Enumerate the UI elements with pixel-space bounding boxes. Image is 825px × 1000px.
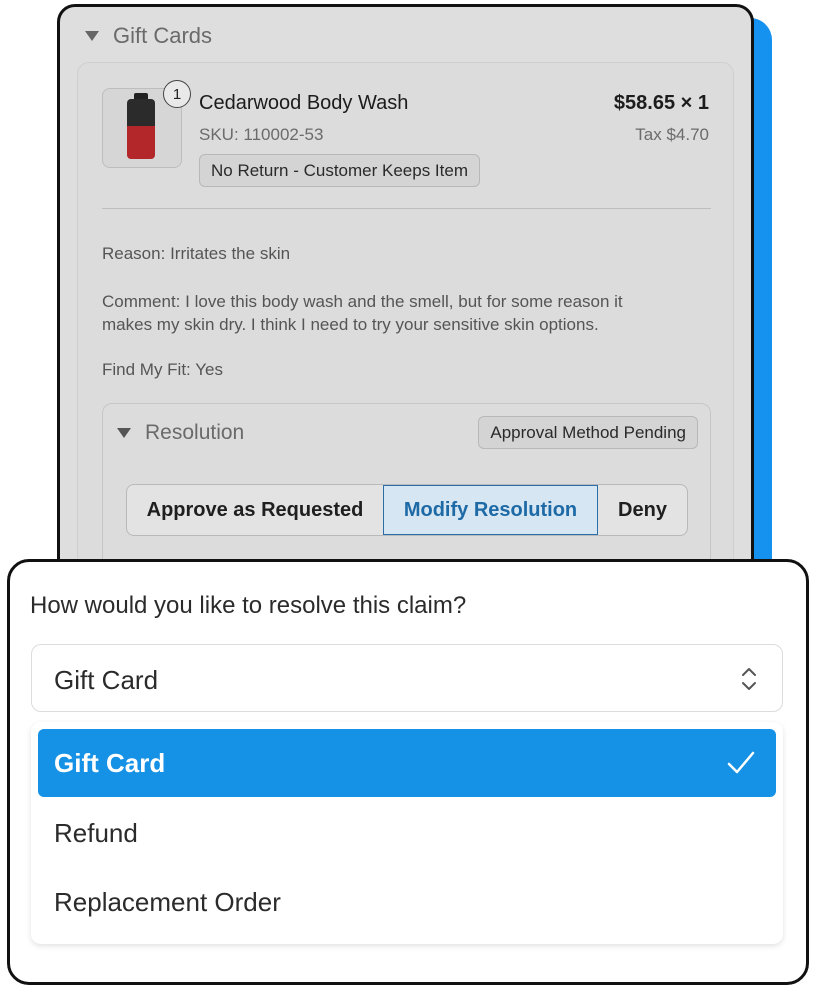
option-label: Gift Card [54,747,166,778]
comment-line-2: makes my skin dry. I think I need to try… [102,315,599,334]
quantity-badge: 1 [163,80,191,108]
fit-value: Yes [195,360,223,379]
option-gift-card[interactable]: Gift Card [38,729,776,797]
resolve-claim-card: How would you like to resolve this claim… [7,559,809,985]
product-tax: Tax $4.70 [635,125,709,144]
product-name: Cedarwood Body Wash [199,92,409,114]
approve-as-requested-button[interactable]: Approve as Requested [127,485,383,535]
comment-block: Comment: I love this body wash and the s… [102,290,623,336]
resolution-type-select[interactable]: Gift Card [31,644,783,712]
product-sku: SKU: 110002-53 [199,125,324,144]
product-price: $58.65 × 1 [613,92,709,114]
option-label: Replacement Order [54,886,281,917]
resolution-toggle[interactable]: Resolution [117,421,244,445]
select-current-value: Gift Card [54,665,159,695]
resolution-action-group: Approve as Requested Modify Resolution D… [126,484,688,536]
body-wash-bottle-image [127,99,155,159]
fit-line: Find My Fit: Yes [102,358,223,381]
checkmark-icon [727,751,755,774]
section-title: Gift Cards [113,23,213,48]
option-replacement-order[interactable]: Replacement Order [38,868,776,936]
triangle-down-icon [85,31,99,41]
line-item-panel: 1 Cedarwood Body Wash SKU: 110002-53 No … [77,62,734,601]
resolution-options-menu: Gift Card Refund Replacement Order [31,722,783,944]
comment-label: Comment: [102,292,181,311]
section-header-gift-cards[interactable]: Gift Cards [85,23,212,49]
option-refund[interactable]: Refund [38,799,776,867]
option-label: Refund [54,817,138,848]
approval-status-badge: Approval Method Pending [478,416,698,449]
reason-line: Reason: Irritates the skin [102,242,290,265]
up-down-chevron-icon [742,668,756,690]
resolve-question: How would you like to resolve this claim… [30,592,467,619]
resolution-title: Resolution [145,421,245,444]
comment-line-1: I love this body wash and the smell, but… [185,292,623,311]
deny-button[interactable]: Deny [598,485,687,535]
divider [102,208,711,209]
fit-label: Find My Fit: [102,360,191,379]
reason-value: Irritates the skin [170,244,291,263]
claim-item-card: Gift Cards 1 Cedarwood Body Wash SKU: 11… [57,4,754,604]
reason-label: Reason: [102,244,166,263]
modify-resolution-button[interactable]: Modify Resolution [383,485,598,535]
return-type-badge: No Return - Customer Keeps Item [199,154,480,187]
triangle-down-icon [117,428,131,438]
